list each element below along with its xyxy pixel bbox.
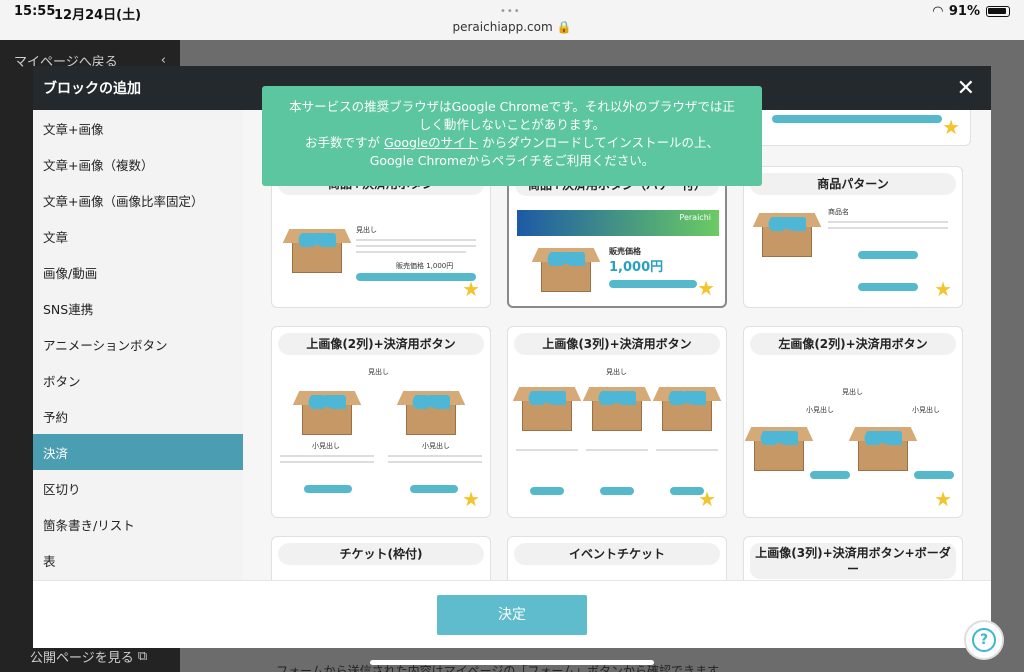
wifi-icon: ◠ xyxy=(932,4,943,19)
address-url[interactable]: peraichiapp.com 🔒 xyxy=(0,20,1024,34)
modal-footer: 決定 xyxy=(33,580,991,648)
mini-subheading: 小見出し xyxy=(312,442,340,450)
status-bar: 15:55 12月24日(土) ••• peraichiapp.com 🔒 ◠ … xyxy=(0,0,1024,40)
mini-subheading: 小見出し xyxy=(422,442,450,450)
toast-line: 本サービスの推奨ブラウザはGoogle Chromeです。それ以外のブラウザでは… xyxy=(289,99,735,114)
mini-product-name: 商品名 xyxy=(828,208,849,216)
box-image xyxy=(512,381,582,431)
template-title: イベントチケット xyxy=(514,543,720,565)
mini-buy-button xyxy=(356,273,476,281)
mini-price-big: 1,000円 xyxy=(609,260,664,275)
template-card-selected[interactable]: 商品+決済用ボタン（バナー付） Peraichi 販売価格 1,000円 ★ xyxy=(507,166,727,308)
category-item[interactable]: 文章+画像（画像比率固定） xyxy=(33,182,243,218)
template-card[interactable]: 上画像(3列)+決済用ボタン 見出し ★ xyxy=(507,326,727,518)
external-link-icon: ⧉ xyxy=(137,648,148,664)
template-card[interactable]: 上画像(3列)+決済用ボタン+ボーダー xyxy=(743,536,963,580)
mini-buy-button xyxy=(609,280,697,288)
battery-percent: 91% xyxy=(948,4,980,19)
category-item[interactable]: 予約 xyxy=(33,398,243,434)
toast-line: しく動作しないことがあります。 xyxy=(418,117,606,132)
mini-heading: 見出し xyxy=(356,226,377,234)
star-icon[interactable]: ★ xyxy=(462,279,480,299)
close-icon[interactable]: ✕ xyxy=(957,76,975,101)
decide-button[interactable]: 決定 xyxy=(437,595,587,635)
category-item[interactable]: 区切り xyxy=(33,470,243,506)
mini-buy-button xyxy=(858,283,918,291)
template-card[interactable]: 左画像(2列)+決済用ボタン 見出し 小見出し 小見出し ★ xyxy=(743,326,963,518)
mini-heading: 見出し xyxy=(368,368,389,376)
box-image xyxy=(744,421,814,471)
multitask-dots-icon[interactable]: ••• xyxy=(500,6,521,17)
template-card[interactable]: 上画像(2列)+決済用ボタン 見出し 小見出し 小見出し ★ xyxy=(271,326,491,518)
category-item[interactable]: 表 xyxy=(33,542,243,578)
template-card[interactable]: ★ xyxy=(751,110,971,146)
lock-icon: 🔒 xyxy=(556,20,572,34)
mini-subheading: 小見出し xyxy=(806,406,834,414)
box-image xyxy=(752,207,822,257)
mini-buy-button xyxy=(858,251,918,259)
template-title: 上画像(2列)+決済用ボタン xyxy=(278,333,484,355)
mini-buy-button xyxy=(810,471,850,479)
template-title: チケット(枠付) xyxy=(278,543,484,565)
template-title: 左画像(2列)+決済用ボタン xyxy=(750,333,956,355)
category-item[interactable]: SNS連携 xyxy=(33,290,243,326)
category-item[interactable]: 画像/動画 xyxy=(33,254,243,290)
question-icon: ? xyxy=(972,628,996,652)
category-item[interactable]: 箇条書き/リスト xyxy=(33,506,243,542)
google-site-link[interactable]: Googleのサイト xyxy=(384,135,478,150)
mini-buy-button xyxy=(600,487,634,495)
banner-image: Peraichi xyxy=(517,210,719,236)
star-icon[interactable]: ★ xyxy=(934,489,952,509)
box-image xyxy=(582,381,652,431)
category-item[interactable]: アニメーションボタン xyxy=(33,326,243,362)
template-card[interactable]: イベントチケット xyxy=(507,536,727,580)
mini-price: 販売価格 1,000円 xyxy=(396,262,454,270)
box-image xyxy=(292,385,362,435)
category-item-payment[interactable]: 決済 xyxy=(33,434,243,470)
mini-subheading: 小見出し xyxy=(912,406,940,414)
star-icon[interactable]: ★ xyxy=(934,279,952,299)
toast-line: お手数ですが Googleのサイト からダウンロードしてインストールの上、 xyxy=(305,135,719,150)
mini-buy-button xyxy=(410,485,458,493)
box-image xyxy=(848,421,918,471)
mini-heading: 見出し xyxy=(842,388,863,396)
mini-buy-button xyxy=(530,487,564,495)
box-image xyxy=(652,381,722,431)
star-icon[interactable]: ★ xyxy=(942,117,960,137)
toast-line: Google Chromeからペライチをご利用ください。 xyxy=(369,153,655,168)
modal-title: ブロックの追加 xyxy=(43,81,141,97)
home-indicator[interactable] xyxy=(370,660,654,665)
template-title: 商品パターン xyxy=(750,173,956,195)
browser-warning-toast: 本サービスの推奨ブラウザはGoogle Chromeです。それ以外のブラウザでは… xyxy=(262,86,762,186)
category-item[interactable]: ボタン xyxy=(33,362,243,398)
mini-buy-button xyxy=(914,471,954,479)
star-icon[interactable]: ★ xyxy=(698,489,716,509)
status-time: 15:55 xyxy=(14,4,56,19)
box-image xyxy=(531,242,601,292)
help-button[interactable]: ? xyxy=(964,620,1004,660)
category-list: 文章+画像 文章+画像（複数） 文章+画像（画像比率固定） 文章 画像/動画 S… xyxy=(33,110,243,580)
mini-heading: 見出し xyxy=(606,368,627,376)
mini-buy-button xyxy=(304,485,352,493)
star-icon[interactable]: ★ xyxy=(697,278,715,298)
category-item[interactable]: 文章 xyxy=(33,218,243,254)
box-image xyxy=(396,385,466,435)
template-card[interactable]: チケット(枠付) xyxy=(271,536,491,580)
box-image xyxy=(282,223,352,273)
category-item[interactable]: 文章+画像（複数） xyxy=(33,146,243,182)
template-card[interactable]: 商品+決済用ボタン 見出し 販売価格 1,000円 ★ xyxy=(271,166,491,308)
star-icon[interactable]: ★ xyxy=(462,489,480,509)
template-title: 上画像(3列)+決済用ボタン xyxy=(514,333,720,355)
template-card[interactable]: 商品パターン 商品名 ★ xyxy=(743,166,963,308)
template-title: 上画像(3列)+決済用ボタン+ボーダー xyxy=(750,543,956,579)
category-item[interactable]: 文章+画像 xyxy=(33,110,243,146)
battery-icon xyxy=(986,6,1010,17)
mini-buy-button xyxy=(772,115,942,123)
